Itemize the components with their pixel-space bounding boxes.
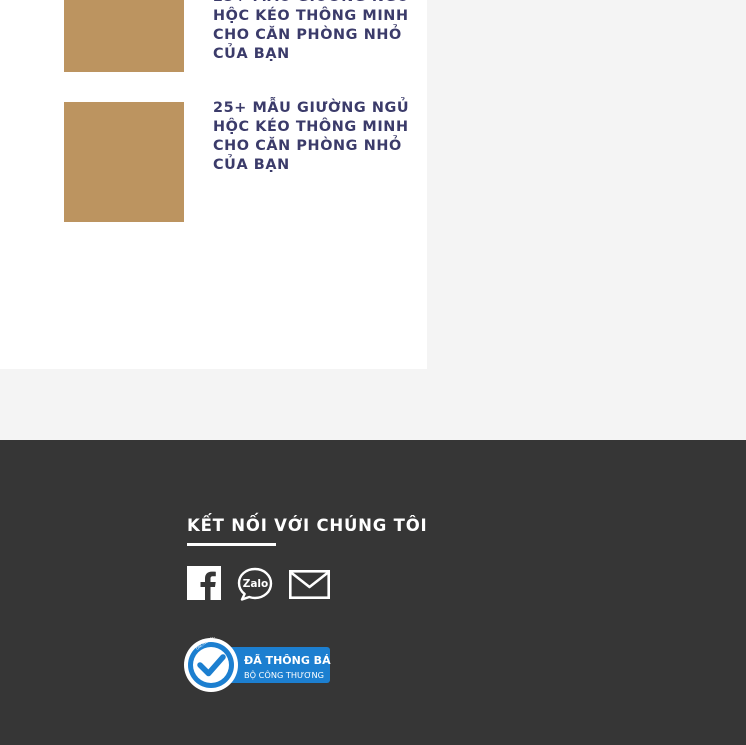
post-thumbnail[interactable] — [64, 0, 184, 72]
heading-underline — [187, 543, 276, 546]
post-title-link[interactable]: 25+ MẪU GIƯỜNG NGỦ HỘC KÉO THÔNG MINH CH… — [213, 99, 413, 175]
zalo-label: Zalo — [243, 578, 269, 590]
footer: KẾT NỐI VỚI CHÚNG TÔI Zalo ONLINE.GOV.VN… — [0, 440, 746, 745]
zalo-icon: Zalo — [237, 567, 273, 601]
badge-line-2: BỘ CÔNG THƯƠNG — [244, 669, 324, 680]
bo-cong-thuong-badge[interactable]: ONLINE.GOV.VN ĐÃ THÔNG BÁO BỘ CÔNG THƯƠN… — [183, 631, 340, 693]
post-title-link[interactable]: 25+ MẪU GIƯỜNG NGỦ HỘC KÉO THÔNG MINH CH… — [213, 0, 413, 64]
related-posts-panel: 25+ MẪU GIƯỜNG NGỦ HỘC KÉO THÔNG MINH CH… — [0, 0, 427, 369]
related-post: 25+ MẪU GIƯỜNG NGỦ HỘC KÉO THÔNG MINH CH… — [64, 99, 424, 222]
footer-heading: KẾT NỐI VỚI CHÚNG TÔI — [187, 516, 428, 535]
badge-line-1: ĐÃ THÔNG BÁO — [244, 654, 331, 667]
related-post: 25+ MẪU GIƯỜNG NGỦ HỘC KÉO THÔNG MINH CH… — [64, 0, 424, 72]
post-thumbnail[interactable] — [64, 102, 184, 222]
mail-icon — [288, 569, 331, 599]
facebook-icon — [187, 566, 221, 600]
facebook-link[interactable] — [187, 566, 221, 605]
email-link[interactable] — [288, 569, 331, 604]
zalo-link[interactable]: Zalo — [237, 567, 273, 606]
